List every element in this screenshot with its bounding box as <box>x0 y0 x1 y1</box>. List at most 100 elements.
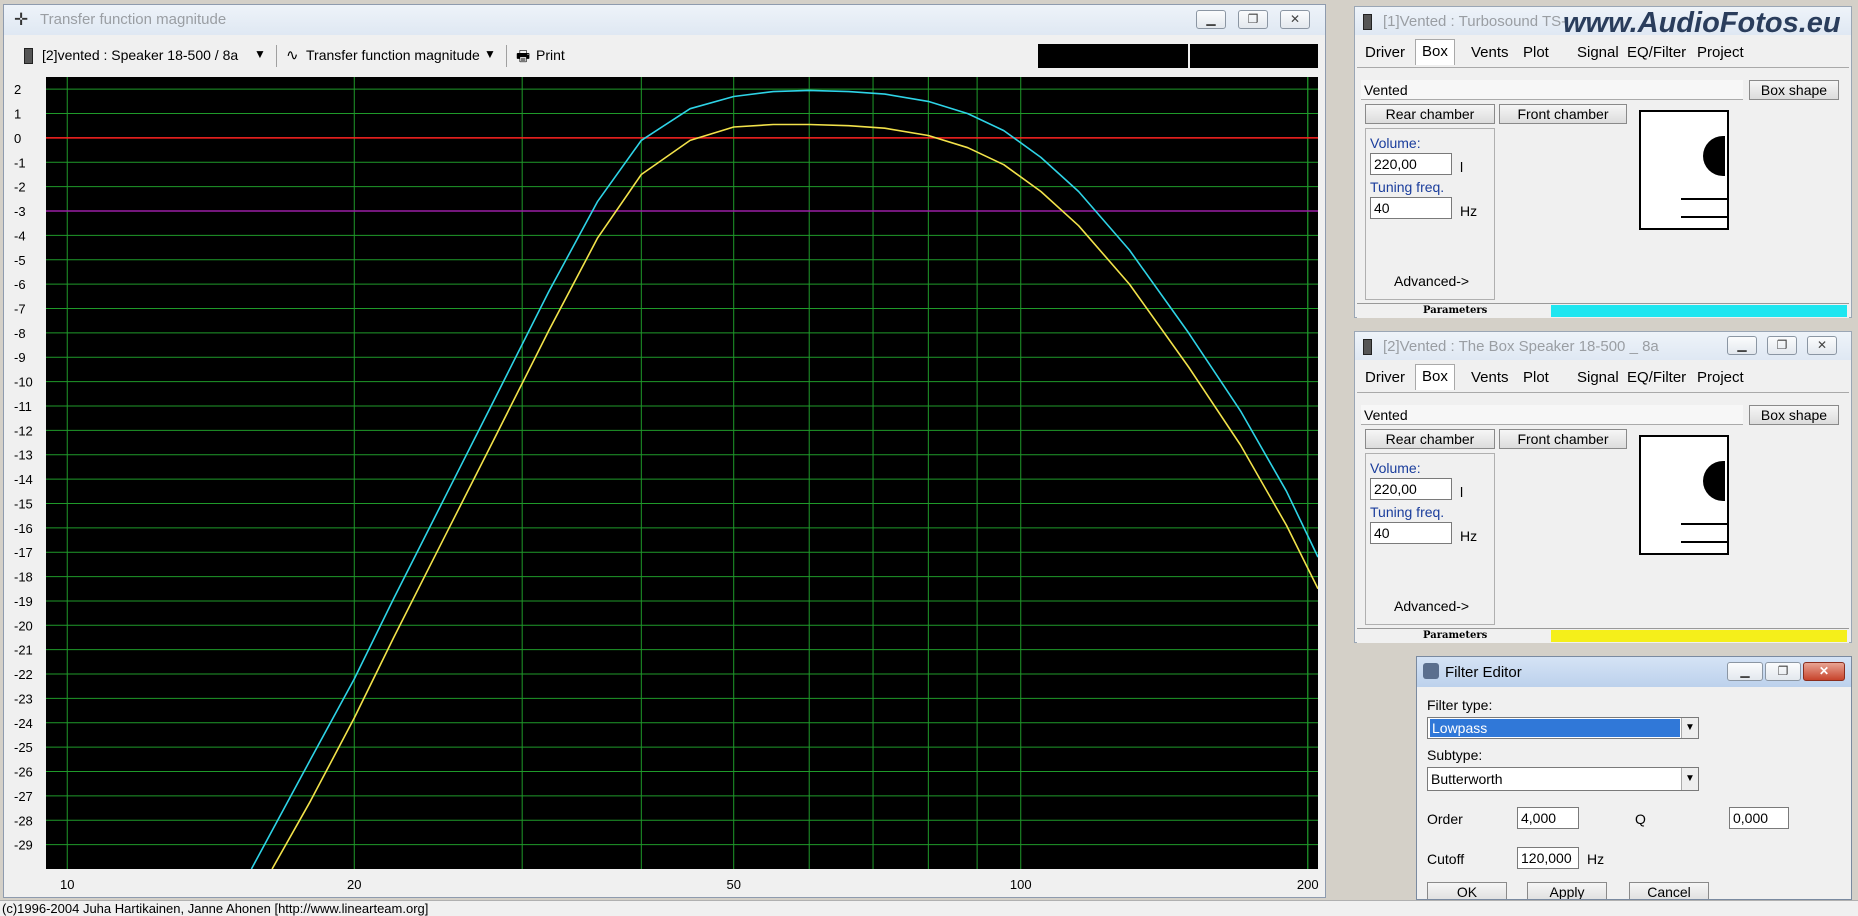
y-tick-label: -19 <box>14 594 33 609</box>
box2-tuning-input[interactable]: 40 <box>1370 522 1452 544</box>
box2-title: [2]Vented : The Box Speaker 18-500 _ 8a <box>1383 338 1659 355</box>
box-window-2: [2]Vented : The Box Speaker 18-500 _ 8a … <box>1354 331 1852 643</box>
y-tick-label: -27 <box>14 789 33 804</box>
box2-port-line-1 <box>1681 523 1727 525</box>
box1-front-chamber-button[interactable]: Front chamber <box>1499 104 1627 124</box>
box2-tuning-unit: Hz <box>1460 528 1478 544</box>
box1-volume-input[interactable]: 220,00 <box>1370 153 1452 175</box>
cutoff-label: Cutoff <box>1427 851 1465 867</box>
restore-icon: ❐ <box>1247 12 1259 26</box>
filter-editor-titlebar[interactable]: Filter Editor ▁ ❐ ✕ <box>1417 657 1851 687</box>
box2-close-button[interactable]: ✕ <box>1807 336 1837 355</box>
box1-titlebar[interactable]: [1]Vented : Turbosound TS- www.AudioFoto… <box>1355 7 1851 39</box>
order-input[interactable]: 4,000 <box>1517 807 1579 829</box>
fe-maximize-button[interactable]: ❐ <box>1765 662 1801 681</box>
y-tick-label: -8 <box>14 326 26 341</box>
tab-project[interactable]: Project <box>1697 366 1744 390</box>
tab-plot[interactable]: Plot <box>1523 41 1549 65</box>
tab-eq-filter[interactable]: EQ/Filter <box>1627 41 1686 65</box>
close-button[interactable]: ✕ <box>1280 10 1310 29</box>
main-titlebar[interactable]: ✛ Transfer function magnitude ▁ ❐ ✕ <box>4 5 1325 35</box>
box2-volume-input[interactable]: 220,00 <box>1370 478 1452 500</box>
y-tick-label: 0 <box>14 131 21 146</box>
filter-editor-icon <box>1423 663 1439 679</box>
box1-port-line-2 <box>1681 216 1727 218</box>
toolbar-separator <box>276 45 277 67</box>
tab-driver[interactable]: Driver <box>1365 41 1405 65</box>
box1-params-group: Volume: 220,00 l Tuning freq. 40 Hz Adva… <box>1365 128 1495 300</box>
box1-driver-icon <box>1703 136 1725 176</box>
ok-button[interactable]: OK <box>1427 882 1507 899</box>
cutoff-input[interactable]: 120,000 <box>1517 847 1579 869</box>
box2-parameters-label: Parameters <box>1423 630 1488 641</box>
q-input[interactable]: 0,000 <box>1729 807 1789 829</box>
y-tick-label: -6 <box>14 277 26 292</box>
box1-rear-chamber-button[interactable]: Rear chamber <box>1365 104 1495 124</box>
y-tick-label: -20 <box>14 618 33 633</box>
plot-chevron-down-icon[interactable]: ▼ <box>484 47 496 61</box>
box2-type-field[interactable]: Vented <box>1361 405 1743 425</box>
box2-maximize-button[interactable]: ❐ <box>1767 336 1797 355</box>
fe-close-icon: ✕ <box>1818 664 1830 678</box>
plot-select[interactable]: ∿ Transfer function magnitude ▼ <box>284 45 498 67</box>
box1-type-field[interactable]: Vented <box>1361 80 1743 100</box>
print-button[interactable]: 🖶 Print <box>514 45 574 67</box>
box2-minimize-icon: ▁ <box>1737 338 1747 352</box>
filter-type-select[interactable]: Lowpass ▼ <box>1427 717 1699 739</box>
cancel-button[interactable]: Cancel <box>1629 882 1709 899</box>
box1-advanced-link[interactable]: Advanced-> <box>1394 273 1469 289</box>
minimize-button[interactable]: ▁ <box>1196 10 1226 29</box>
tab-box[interactable]: Box <box>1415 364 1455 390</box>
box1-parameters-label: Parameters <box>1423 305 1488 316</box>
fe-minimize-icon: ▁ <box>1740 664 1750 678</box>
y-tick-label: -1 <box>14 155 26 170</box>
y-tick-label: -18 <box>14 570 33 585</box>
status-bar: (c)1996-2004 Juha Hartikainen, Janne Aho… <box>0 900 1858 916</box>
filter-type-chevron-down-icon[interactable]: ▼ <box>1681 718 1698 738</box>
apply-button[interactable]: Apply <box>1527 882 1607 899</box>
box1-params-strip: Parameters <box>1357 303 1849 318</box>
box1-tuning-unit: Hz <box>1460 203 1478 219</box>
wave-icon: ∿ <box>286 47 299 64</box>
box2-titlebar[interactable]: [2]Vented : The Box Speaker 18-500 _ 8a … <box>1355 332 1851 360</box>
fe-restore-icon: ❐ <box>1777 664 1789 678</box>
fe-minimize-button[interactable]: ▁ <box>1727 662 1763 681</box>
box2-rear-chamber-button[interactable]: Rear chamber <box>1365 429 1495 449</box>
project-select[interactable]: [2]vented : Speaker 18-500 / 8a ▼ <box>20 45 270 67</box>
minimize-icon: ▁ <box>1206 12 1216 26</box>
box2-box-shape-button[interactable]: Box shape <box>1749 405 1839 425</box>
tab-signal[interactable]: Signal <box>1577 366 1619 390</box>
status-text: (c)1996-2004 Juha Hartikainen, Janne Aho… <box>2 901 429 916</box>
y-tick-label: -14 <box>14 472 33 487</box>
tab-driver[interactable]: Driver <box>1365 366 1405 390</box>
box1-panel: Vented Box shape Rear chamber Front cham… <box>1357 67 1849 304</box>
tab-plot[interactable]: Plot <box>1523 366 1549 390</box>
tab-project[interactable]: Project <box>1697 41 1744 65</box>
box2-advanced-link[interactable]: Advanced-> <box>1394 598 1469 614</box>
box2-close-icon: ✕ <box>1816 338 1828 352</box>
x-tick-label: 10 <box>60 877 74 892</box>
chevron-down-icon[interactable]: ▼ <box>254 47 266 61</box>
box2-color-swatch <box>1551 630 1847 642</box>
x-tick-label: 50 <box>726 877 740 892</box>
tab-vents[interactable]: Vents <box>1471 366 1509 390</box>
fe-close-button[interactable]: ✕ <box>1803 662 1845 681</box>
box2-front-chamber-button[interactable]: Front chamber <box>1499 429 1627 449</box>
subtype-chevron-down-icon[interactable]: ▼ <box>1681 768 1698 790</box>
print-label: Print <box>536 47 565 63</box>
box2-tuning-label: Tuning freq. <box>1370 504 1445 520</box>
tab-box[interactable]: Box <box>1415 39 1455 65</box>
box1-box-shape-button[interactable]: Box shape <box>1749 80 1839 100</box>
plot-select-label: Transfer function magnitude <box>306 47 480 63</box>
maximize-button[interactable]: ❐ <box>1238 10 1268 29</box>
subtype-select[interactable]: Butterworth ▼ <box>1427 767 1699 791</box>
tab-vents[interactable]: Vents <box>1471 41 1509 65</box>
transfer-function-chart[interactable]: 210-1-2-3-4-5-6-7-8-9-10-11-12-13-14-15-… <box>12 75 1320 897</box>
tab-signal[interactable]: Signal <box>1577 41 1619 65</box>
y-tick-label: -2 <box>14 180 26 195</box>
box1-volume-label: Volume: <box>1370 135 1421 151</box>
tab-eq-filter[interactable]: EQ/Filter <box>1627 366 1686 390</box>
box-window-1: [1]Vented : Turbosound TS- www.AudioFoto… <box>1354 6 1852 318</box>
box1-tuning-input[interactable]: 40 <box>1370 197 1452 219</box>
box2-minimize-button[interactable]: ▁ <box>1727 336 1757 355</box>
